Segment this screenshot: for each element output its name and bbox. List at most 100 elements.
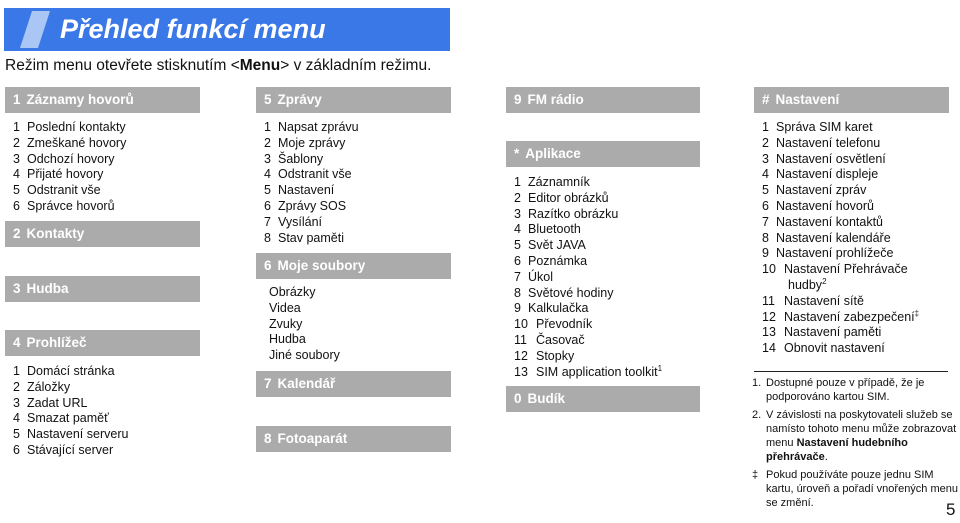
menu-item: 8 Světové hodiny [514, 286, 662, 302]
menu-item: 6 Poznámka [514, 254, 662, 270]
section-label: FM rádio [527, 92, 584, 107]
menu-item-label: Nastavení hovorů [776, 198, 874, 213]
section-header-camera: 8 Fotoaparát [256, 426, 451, 452]
page-title: Přehled funkcí menu [60, 14, 326, 44]
menu-item-number: 12 [514, 348, 528, 363]
menu-item: 3 Zadat URL [13, 396, 128, 412]
section-label: Fotoaparát [277, 431, 348, 446]
menu-item: 11 Časovač [514, 333, 662, 349]
menu-item-label: Nastavení zpráv [776, 183, 867, 198]
title-slash-decoration [19, 11, 51, 48]
menu-item-label: Správa SIM karet [776, 120, 873, 134]
menu-item-number: 7 [762, 214, 769, 229]
menu-item: 7 Nastavení kontaktů [762, 215, 919, 231]
menu-item-number: 7 [264, 214, 271, 229]
menu-item-label: Domácí stránka [27, 364, 115, 378]
menu-item: 8 Nastavení kalendáře [762, 231, 919, 247]
section-header-contacts: 2 Kontakty [5, 221, 200, 247]
menu-item-label: Svět JAVA [528, 238, 586, 253]
menu-item-label: Poslední kontakty [27, 120, 126, 134]
menu-item: 12 Nastavení zabezpečení‡ [762, 308, 920, 326]
menu-item-number: 1 [13, 364, 20, 378]
menu-item-label: Editor obrázků [528, 190, 609, 205]
menu-item-number: 4 [514, 222, 521, 237]
menu-item: 7 Úkol [514, 270, 662, 286]
menu-item-number: 3 [13, 151, 20, 166]
menu-item: 3 Šablony [264, 152, 359, 168]
menu-item-number: 9 [514, 301, 521, 316]
menu-item: 2 Nastavení telefonu [762, 136, 919, 152]
menu-item-label: Nastavení osvětlení [776, 151, 886, 166]
page-number: 5 [946, 500, 956, 519]
menu-item-continuation: hudby2 [762, 276, 919, 294]
menu-list-settings: 1 Správa SIM karet 2 Nastavení telefonu 3 Nas… [762, 120, 919, 357]
section-header-applications: * Aplikace [506, 141, 700, 167]
footnote-ref: 1 [657, 363, 663, 373]
menu-item-number: 4 [13, 167, 20, 182]
footnote-ref: ‡ [914, 308, 920, 318]
section-header-calls: 1 Záznamy hovorů [5, 87, 200, 113]
menu-item-number: 5 [13, 183, 20, 198]
menu-item-number: 11 [762, 293, 775, 308]
menu-item-number: 6 [762, 198, 769, 213]
section-number: 8 [264, 431, 272, 446]
menu-item-number: 8 [762, 230, 769, 245]
section-header-my-files: 6 Moje soubory [256, 253, 451, 279]
menu-item-label: Bluetooth [528, 222, 581, 237]
footnote-2: 2. V závislosti na poskytovateli služeb s… [752, 409, 957, 463]
section-number: 6 [264, 258, 272, 273]
menu-item: 2 Záložky [13, 380, 128, 396]
section-number: 4 [13, 335, 21, 350]
section-header-messages: 5 Zprávy [256, 87, 451, 113]
section-number: 0 [514, 391, 522, 406]
section-header-calendar: 7 Kalendář [256, 371, 451, 397]
menu-item-label: Stávající server [27, 442, 114, 457]
menu-item-number: 3 [264, 151, 271, 166]
menu-item-label: Záložky [27, 379, 71, 394]
menu-item: 1 Poslední kontakty [13, 120, 126, 136]
menu-item-number: 1 [514, 175, 521, 189]
section-label: Budík [527, 391, 566, 406]
menu-item: 14 Obnovit nastavení [762, 341, 919, 357]
menu-item-label: Nastavení sítě [784, 293, 864, 308]
menu-item-number: 6 [264, 198, 271, 213]
menu-item-label: Odchozí hovory [27, 151, 115, 166]
intro-before: Režim menu otevřete stisknutím < [5, 57, 240, 74]
menu-item-label: Úkol [528, 269, 554, 284]
footnote-ref: 2 [822, 276, 827, 286]
footnote-1: 1. Dostupné pouze v případě, že je podpor… [752, 377, 925, 403]
menu-item-label: Nastavení telefonu [776, 135, 881, 150]
menu-item: 10 Nastavení Přehrávače [762, 262, 919, 278]
menu-item-label: Časovač [536, 332, 585, 347]
footnote-dagger: ‡ Pokud používáte pouze jednu SIM kartu, … [752, 469, 959, 509]
menu-item-number: 2 [762, 135, 769, 150]
menu-item: 6 Nastavení hovorů [762, 199, 919, 215]
menu-item-number: 5 [13, 427, 20, 442]
title-bar: Přehled funkcí menu [4, 8, 450, 51]
menu-item-number: 10 [762, 262, 776, 277]
menu-item-number: 2 [13, 135, 20, 150]
section-number: 2 [13, 226, 21, 241]
menu-item-number: 3 [514, 206, 521, 221]
menu-item-label: Stopky [536, 348, 575, 363]
section-number: 5 [264, 92, 272, 107]
menu-item-number: 9 [762, 246, 769, 261]
menu-item-label: Šablony [278, 151, 324, 166]
section-number: * [514, 146, 520, 161]
menu-item-number: 13 [514, 364, 528, 379]
menu-item-label: SIM application toolkit [536, 364, 658, 379]
menu-item-number: 4 [264, 167, 271, 182]
menu-item: 5 Nastavení serveru [13, 427, 128, 443]
menu-item: 8 Stav paměti [264, 231, 359, 247]
menu-item-number: 8 [514, 285, 521, 300]
menu-item-label: Napsat zprávu [278, 120, 359, 134]
menu-item-label: Zprávy SOS [278, 198, 347, 213]
menu-item-label: Nastavení kontaktů [776, 214, 884, 229]
menu-item-number: 12 [762, 309, 776, 324]
menu-item: 5 Nastavení zpráv [762, 183, 919, 199]
menu-list-messages: 1 Napsat zprávu 2 Moje zprávy 3 Šablony 4 Odstr… [264, 120, 359, 246]
intro-key: Menu [239, 57, 281, 74]
section-header-settings: # Nastavení [754, 87, 949, 113]
section-label: Kalendář [277, 376, 336, 391]
menu-item: 11 Nastavení sítě [762, 294, 919, 310]
